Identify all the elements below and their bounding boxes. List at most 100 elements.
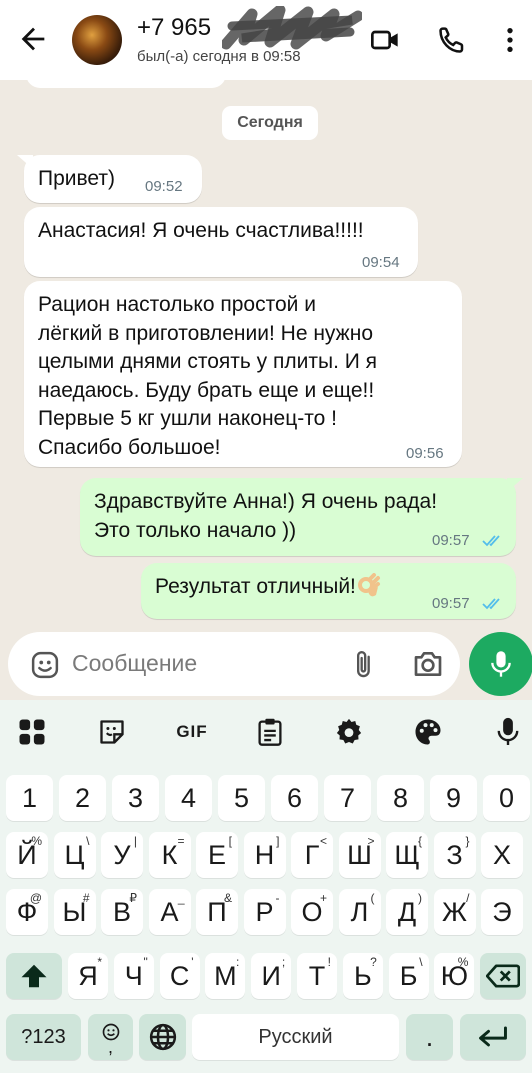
settings-gear-icon[interactable] [333, 716, 365, 748]
key-6[interactable]: 6 [271, 775, 318, 821]
emoji-icon[interactable] [30, 650, 60, 680]
camera-icon[interactable] [412, 649, 444, 679]
shift-key[interactable] [6, 953, 62, 999]
key-letter[interactable]: Э [481, 889, 523, 935]
emoji-key[interactable]: , [88, 1014, 133, 1060]
voice-record-button[interactable] [469, 632, 532, 696]
sticker-icon[interactable] [96, 716, 128, 748]
message-input[interactable]: Сообщение [72, 650, 197, 677]
key-letter[interactable]: Ф @ [6, 889, 48, 935]
key-letter[interactable]: О + [291, 889, 333, 935]
key-4[interactable]: 4 [165, 775, 212, 821]
key-letter[interactable]: Ж / [433, 889, 476, 935]
key-letter[interactable]: Н] [243, 832, 286, 878]
gif-icon[interactable]: GIF [172, 716, 212, 748]
key-letter[interactable]: Я * [68, 953, 108, 999]
key-letter[interactable]: Х [481, 832, 523, 878]
phone-icon[interactable] [436, 24, 468, 56]
incoming-message[interactable]: Привет) 09:52 [17, 155, 202, 203]
key-0[interactable]: 0 [483, 775, 530, 821]
attach-icon[interactable] [350, 648, 378, 682]
clipboard-icon[interactable] [254, 716, 286, 748]
key-letter[interactable]: А _ [148, 889, 191, 935]
key-letter[interactable]: Й% [6, 832, 48, 878]
key-label: Э [492, 896, 512, 927]
key-label: Т [308, 960, 326, 991]
message-time: 09:52 [145, 178, 183, 195]
backspace-icon [486, 964, 520, 988]
key-secondary-label: = [177, 834, 185, 848]
key-label: Х [492, 839, 511, 870]
video-call-icon[interactable] [369, 24, 401, 56]
ok-hand-emoji [357, 573, 380, 597]
key-secondary-label: \ [419, 955, 423, 969]
language-key[interactable] [139, 1014, 186, 1060]
mic-icon [491, 651, 511, 677]
enter-key[interactable] [460, 1014, 526, 1060]
back-arrow-icon[interactable] [16, 22, 50, 56]
key-8[interactable]: 8 [377, 775, 424, 821]
key-7[interactable]: 7 [324, 775, 371, 821]
backspace-key[interactable] [480, 953, 526, 999]
redaction-scribble [222, 6, 362, 50]
incoming-message[interactable]: Анастасия! Я очень счастлива!!!!! 09:54 [24, 207, 418, 277]
read-ticks-icon [482, 535, 500, 547]
key-2[interactable]: 2 [59, 775, 106, 821]
key-letter[interactable]: Л( [338, 889, 381, 935]
message-list[interactable]: Сегодня Привет) 09:52 Анастасия! Я очень… [0, 70, 532, 700]
key-letter[interactable]: Г < [291, 832, 333, 878]
message-composer[interactable]: Сообщение [8, 632, 460, 696]
key-letter[interactable]: П & [196, 889, 238, 935]
contact-name[interactable]: +7 965 [137, 14, 211, 42]
palette-icon[interactable] [412, 716, 444, 748]
key-5[interactable]: 5 [218, 775, 265, 821]
more-vert-icon[interactable] [494, 24, 526, 56]
key-secondary-label: % [31, 834, 42, 848]
apps-grid-icon[interactable] [16, 716, 48, 748]
key-letter[interactable]: М: [205, 953, 246, 999]
key-label: Ь [353, 960, 372, 991]
message-time: 09:56 [406, 445, 444, 462]
key-3[interactable]: 3 [112, 775, 159, 821]
key-letter[interactable]: Д) [386, 889, 428, 935]
key-secondary-label: / [466, 891, 470, 905]
key-secondary-label: % [457, 955, 469, 969]
message-time: 09:57 [432, 532, 470, 549]
key-letter[interactable]: Ч " [113, 953, 154, 999]
key-letter[interactable]: Ш > [338, 832, 381, 878]
key-letter[interactable]: С ' [159, 953, 200, 999]
symbols-key[interactable]: ?123 [6, 1014, 81, 1060]
space-key[interactable]: Русский [192, 1014, 399, 1060]
key-secondary-label: } [465, 834, 470, 848]
outgoing-message[interactable]: Здравствуйте Анна!) Я очень рада! Это то… [80, 478, 523, 556]
enter-icon [479, 1026, 507, 1047]
key-letter[interactable]: И; [251, 953, 292, 999]
key-letter[interactable]: Ю% [434, 953, 475, 999]
incoming-message[interactable]: Рацион настолько простой и лёгкий в приг… [24, 281, 462, 467]
key-letter[interactable]: Т! [297, 953, 337, 999]
key-letter[interactable]: У | [101, 832, 143, 878]
period-key[interactable]: . [406, 1014, 453, 1060]
key-letter[interactable]: Щ{ [386, 832, 428, 878]
key-letter[interactable]: Е[ [196, 832, 238, 878]
key-label: В [112, 896, 131, 927]
key-letter[interactable]: Ь? [342, 953, 383, 999]
key-label: 5 [233, 782, 250, 813]
key-letter[interactable]: В ₽ [101, 889, 143, 935]
key-letter[interactable]: Ц \ [53, 832, 96, 878]
key-secondary-label: " [143, 955, 148, 969]
key-letter[interactable]: К = [148, 832, 191, 878]
key-label: 6 [286, 782, 303, 813]
keyboard-mic-icon[interactable] [492, 716, 524, 748]
key-9[interactable]: 9 [430, 775, 477, 821]
key-letter[interactable]: Р- [243, 889, 286, 935]
outgoing-message[interactable]: Результат отличный! 09:57 [141, 563, 516, 619]
key-letter[interactable]: Ы # [53, 889, 96, 935]
key-secondary-label: | [133, 834, 137, 848]
key-letter[interactable]: Б \ [388, 953, 429, 999]
key-label: А [160, 896, 179, 927]
avatar[interactable] [72, 15, 122, 65]
key-1[interactable]: 1 [6, 775, 53, 821]
key-letter[interactable]: З} [433, 832, 476, 878]
key-label: Е [207, 839, 226, 870]
